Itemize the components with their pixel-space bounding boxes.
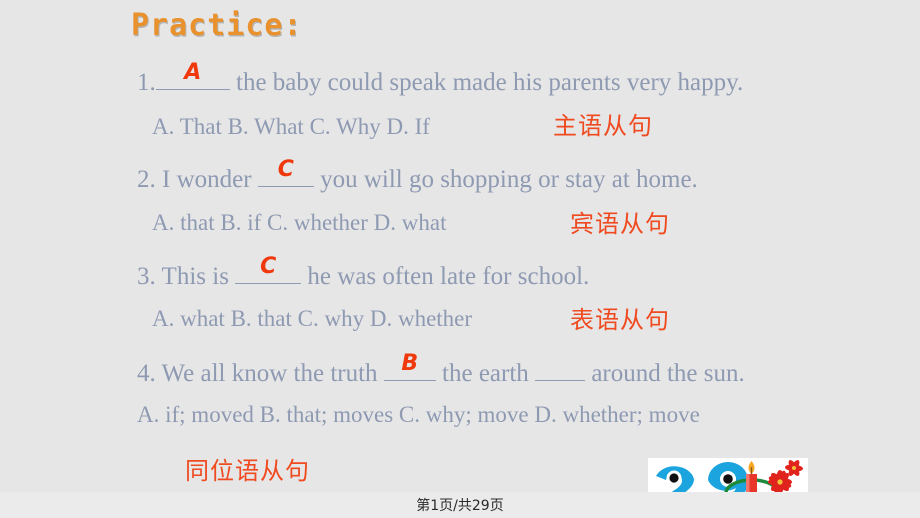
page-title: Practice: bbox=[131, 8, 303, 43]
question-1-number: 1. bbox=[137, 69, 156, 96]
question-3-number: 3. bbox=[137, 263, 156, 290]
question-3-stem: 3. This is C he was often late for schoo… bbox=[137, 254, 590, 290]
question-4-answer-1: B bbox=[401, 351, 419, 376]
question-1-text-after: the baby could speak made his parents ve… bbox=[229, 69, 744, 96]
question-4-text-mid: the earth bbox=[435, 360, 536, 387]
question-1-stem: 1. A the baby could speak made his parent… bbox=[137, 60, 744, 96]
question-3-blank[interactable]: C bbox=[235, 254, 302, 284]
question-2-text-before: I wonder bbox=[155, 166, 258, 193]
page-indicator: 第1页/共29页 bbox=[416, 498, 504, 514]
question-1-options: A. That B. What C. Why D. If bbox=[152, 114, 430, 139]
question-4-number: 4. bbox=[137, 360, 156, 387]
question-4-annotation: 同位语从句 bbox=[185, 457, 310, 485]
question-4-options: A. if; moved B. that; moves C. why; move… bbox=[137, 402, 700, 427]
question-3-text-after: he was often late for school. bbox=[301, 263, 590, 290]
question-4-stem: 4. We all know the truth B the earth aro… bbox=[137, 351, 745, 387]
question-4-blank-2[interactable] bbox=[535, 355, 586, 381]
question-2-text-after: you will go shopping or stay at home. bbox=[313, 166, 698, 193]
question-3-text-before: This is bbox=[155, 263, 236, 290]
question-2-answer: C bbox=[277, 157, 294, 182]
question-1-annotation: 主语从句 bbox=[553, 112, 653, 140]
question-4-text-before: We all know the truth bbox=[155, 360, 384, 387]
question-1-blank[interactable]: A bbox=[155, 60, 230, 90]
question-2-options: A. that B. if C. whether D. what bbox=[152, 210, 447, 235]
question-2-stem: 2. I wonder C you will go shopping or st… bbox=[137, 157, 698, 193]
question-2-number: 2. bbox=[137, 166, 156, 193]
question-1-answer: A bbox=[184, 60, 202, 85]
question-4-text-after: around the sun. bbox=[585, 360, 745, 387]
question-3-answer: C bbox=[260, 254, 277, 279]
question-2-blank[interactable]: C bbox=[257, 157, 314, 187]
slide-canvas: Practice: 1. A the baby could speak made … bbox=[0, 0, 920, 518]
question-3-options: A. what B. that C. why D. whether bbox=[152, 306, 473, 331]
question-4-blank-1[interactable]: B bbox=[383, 351, 436, 381]
question-2-annotation: 宾语从句 bbox=[570, 210, 670, 238]
question-3-annotation: 表语从句 bbox=[570, 306, 670, 334]
